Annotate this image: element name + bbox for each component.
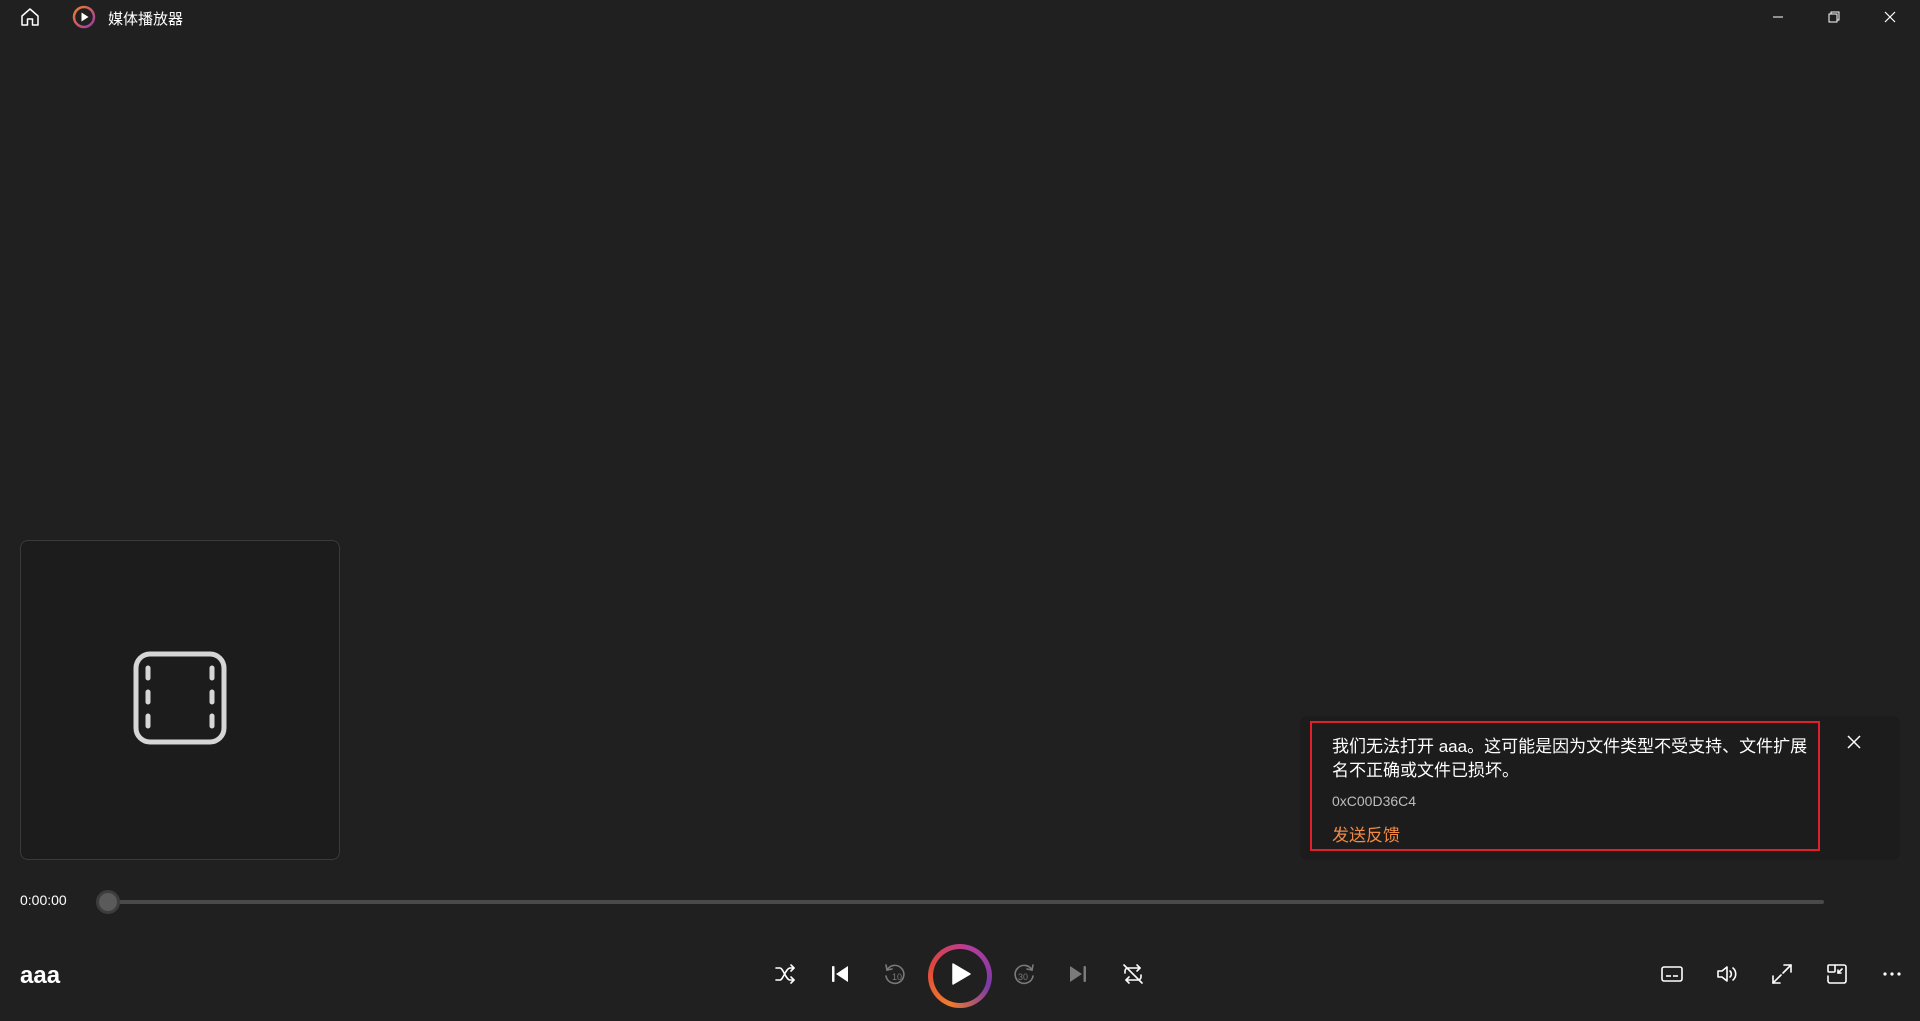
play-icon [947,961,973,992]
forward-30-label: 30 [1018,972,1028,982]
fullscreen-icon [1770,962,1794,991]
error-highlight-frame: 我们无法打开 aaa。这可能是因为文件类型不受支持、文件扩展名不正确或文件已损坏… [1310,721,1820,851]
repeat-button[interactable] [1113,956,1153,996]
fullscreen-button[interactable] [1762,956,1802,996]
subtitles-button[interactable] [1652,956,1692,996]
send-feedback-link[interactable]: 发送反馈 [1332,821,1400,846]
rewind-10-icon: 10 [882,961,908,992]
play-button-inner [933,949,987,1003]
shuffle-button[interactable] [765,956,805,996]
more-options-button[interactable] [1872,956,1912,996]
error-notification: 我们无法打开 aaa。这可能是因为文件类型不受支持、文件扩展名不正确或文件已损坏… [1300,716,1900,860]
forward-30-icon: 30 [1011,961,1037,992]
close-window-button[interactable] [1862,0,1918,34]
volume-button[interactable] [1707,956,1747,996]
error-code: 0xC00D36C4 [1332,793,1417,809]
repeat-icon [1121,962,1145,991]
media-title: aaa [20,962,61,989]
rewind-10-button[interactable]: 10 [875,956,915,996]
seek-thumb[interactable] [96,890,120,914]
film-icon [132,650,228,751]
mini-player-icon [1825,962,1849,991]
previous-button[interactable] [820,956,860,996]
restore-button[interactable] [1806,0,1862,34]
current-time: 0:00:00 [20,892,67,908]
media-thumbnail [20,540,340,860]
error-message: 我们无法打开 aaa。这可能是因为文件类型不受支持、文件扩展名不正确或文件已损坏… [1332,737,1808,780]
more-icon [1880,962,1904,991]
next-icon [1066,962,1090,991]
app-title: 媒体播放器 [108,11,184,28]
forward-30-button[interactable]: 30 [1004,956,1044,996]
media-player-logo [72,5,96,29]
title-bar: 媒体播放器 [0,0,1920,34]
rewind-10-label: 10 [892,972,902,982]
mini-player-button[interactable] [1817,956,1857,996]
subtitles-icon [1660,962,1684,991]
minimize-button[interactable] [1750,0,1806,34]
previous-icon [828,962,852,991]
next-button[interactable] [1058,956,1098,996]
shuffle-icon [773,962,797,991]
home-icon[interactable] [16,4,44,30]
dismiss-error-button[interactable] [1842,730,1866,754]
seek-bar[interactable] [108,900,1824,904]
play-button[interactable] [928,944,992,1008]
volume-icon [1715,962,1739,991]
